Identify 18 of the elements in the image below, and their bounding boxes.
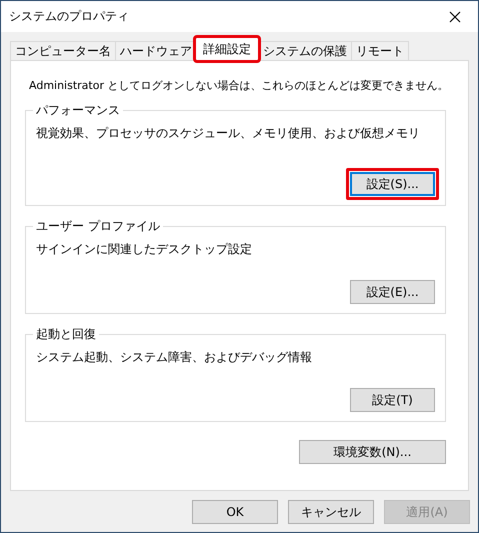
group-title: 起動と回復: [35, 326, 97, 343]
tab[interactable]: コンピューター名: [10, 41, 116, 61]
group-description: システム起動、システム障害、およびデバッグ情報: [36, 349, 313, 366]
dialog-button[interactable]: OK: [192, 500, 278, 524]
group-description: サインインに関連したデスクトップ設定: [36, 241, 253, 258]
dialog-button[interactable]: キャンセル: [288, 500, 374, 524]
settings-button[interactable]: 設定(T): [350, 388, 435, 412]
group-description: 視覚効果、プロセッサのスケジュール、メモリ使用、および仮想メモリ: [36, 125, 421, 142]
settings-button[interactable]: 設定(E)...: [350, 280, 435, 304]
close-icon: [449, 10, 461, 22]
tab[interactable]: リモート: [351, 41, 409, 61]
notice-text: Administrator としてログオンしない場合は、これらのほとんどは変更できません。: [29, 78, 448, 93]
group-title: パフォーマンス: [35, 102, 121, 119]
tab[interactable]: 詳細設定: [195, 37, 259, 61]
settings-button[interactable]: 設定(S)...: [350, 172, 435, 196]
group-title: ユーザー プロファイル: [35, 218, 161, 235]
window-title: システムのプロパティ: [9, 8, 129, 25]
environment-variables-button[interactable]: 環境変数(N)...: [299, 440, 446, 464]
